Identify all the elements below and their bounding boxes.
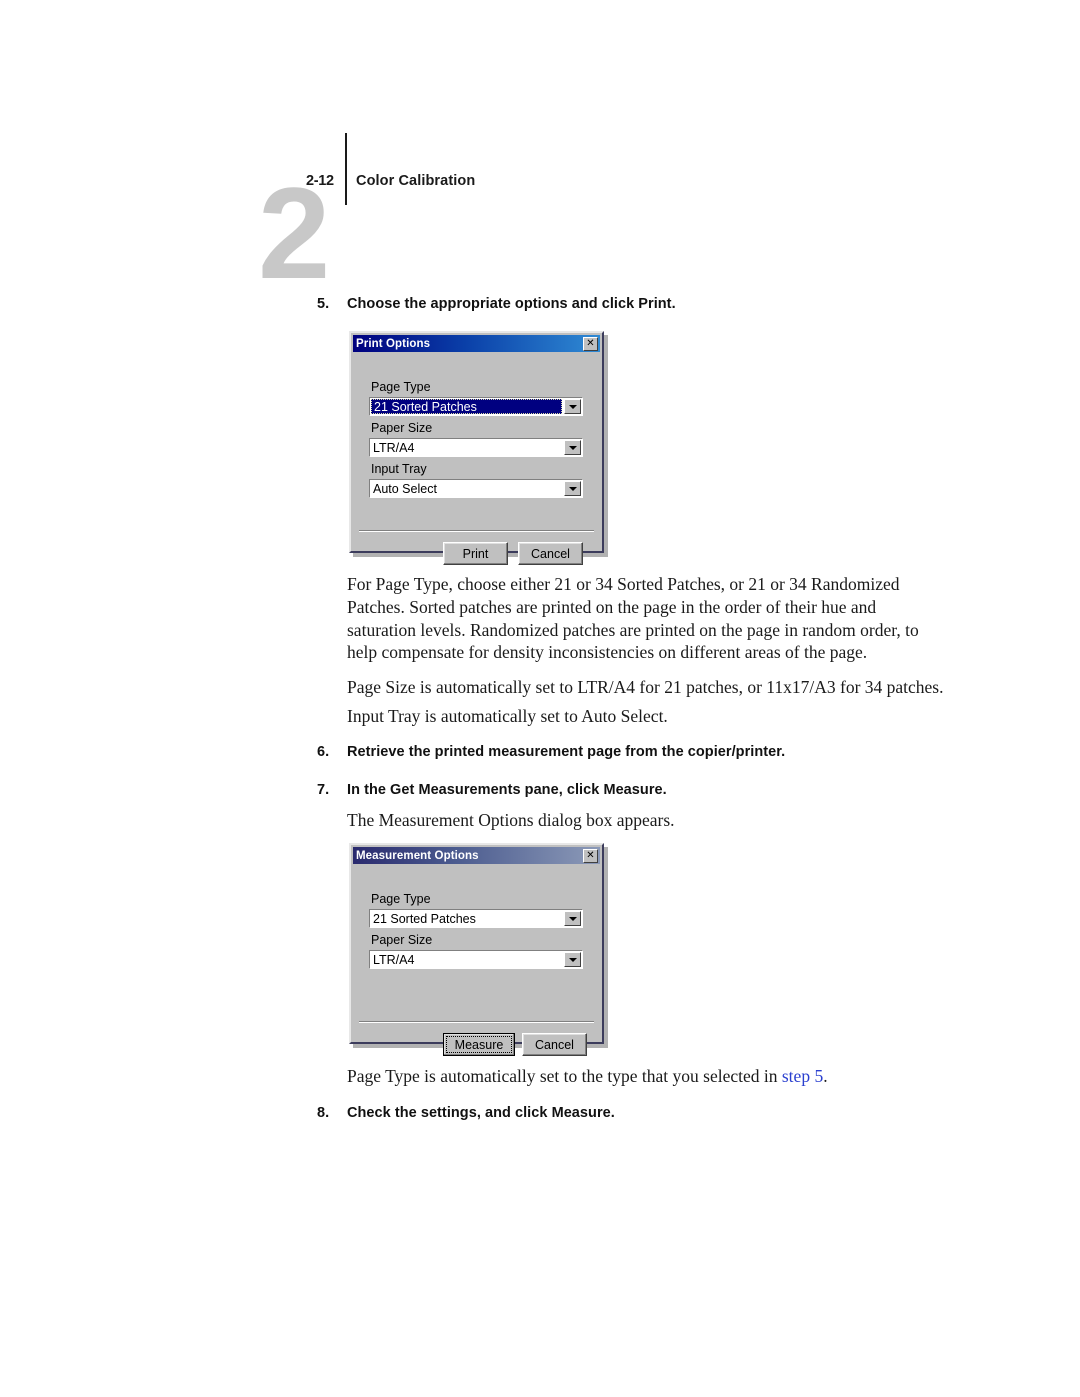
page-type-label: Page Type: [371, 380, 431, 394]
paragraph-dialog-appears: The Measurement Options dialog box appea…: [347, 810, 675, 830]
chevron-down-icon[interactable]: [564, 440, 581, 455]
paragraph-page-size-note: Page Size is automatically set to LTR/A4…: [347, 677, 944, 697]
measurement-options-title: Measurement Options: [356, 849, 479, 862]
close-icon[interactable]: ✕: [583, 336, 598, 351]
chevron-down-icon[interactable]: [564, 911, 581, 926]
step-6-text: Retrieve the printed measurement page fr…: [347, 744, 786, 760]
step-6-number: 6.: [317, 744, 330, 760]
step-7-text: In the Get Measurements pane, click Meas…: [347, 782, 667, 798]
print-options-dialog[interactable]: Print Options ✕ Page Type 21 Sorted Patc…: [349, 331, 604, 565]
step-5-link[interactable]: step 5: [782, 1066, 823, 1086]
chevron-down-glyph: [568, 486, 577, 491]
chevron-down-icon[interactable]: [564, 481, 581, 496]
step-5-text: Choose the appropriate options and click…: [347, 296, 676, 312]
cancel-button[interactable]: Cancel: [518, 542, 583, 565]
measurement-options-titlebar[interactable]: Measurement Options ✕: [353, 847, 600, 864]
paper-size-label: Paper Size: [371, 421, 433, 435]
chevron-down-glyph: [568, 404, 577, 409]
step-7: 7. In the Get Measurements pane, click Me…: [317, 782, 1017, 798]
input-tray-combobox-value-area[interactable]: Auto Select: [370, 480, 563, 497]
page-type-value: 21 Sorted Patches: [373, 911, 476, 926]
measurement-options-dialog[interactable]: Measurement Options ✕ Page Type 21 Sorte…: [349, 843, 604, 1056]
measure-button[interactable]: Measure: [443, 1033, 515, 1056]
paper-size-label: Paper Size: [371, 933, 433, 947]
paragraph-page-type-auto: Page Type is automatically set to the ty…: [347, 1065, 947, 1088]
step-5-number: 5.: [317, 296, 330, 312]
header-divider-rule: [345, 133, 347, 205]
step-8-text: Check the settings, and click Measure.: [347, 1105, 615, 1121]
chevron-down-glyph: [568, 957, 577, 962]
paragraph-prefix: Page Type is automatically set to the ty…: [347, 1066, 782, 1086]
page-number: 2-12: [306, 173, 334, 189]
page-type-combobox-value-area[interactable]: 21 Sorted Patches: [371, 399, 562, 414]
chevron-down-icon[interactable]: [564, 952, 581, 967]
input-tray-combobox[interactable]: Auto Select: [369, 479, 583, 498]
step-8: 8. Check the settings, and click Measure.: [317, 1105, 1017, 1121]
chevron-down-glyph: [568, 916, 577, 921]
page-type-combobox[interactable]: 21 Sorted Patches: [369, 397, 583, 416]
chevron-down-glyph: [568, 445, 577, 450]
paragraph-suffix: .: [823, 1066, 828, 1086]
page-title: Color Calibration: [356, 173, 476, 189]
paragraph-page-type-description: For Page Type, choose either 21 or 34 So…: [347, 574, 919, 663]
input-tray-label: Input Tray: [371, 462, 427, 476]
page-type-value: 21 Sorted Patches: [374, 399, 477, 414]
step-7-number: 7.: [317, 782, 330, 798]
step-5: 5. Choose the appropriate options and cli…: [317, 296, 1017, 312]
chevron-down-icon[interactable]: [564, 399, 581, 414]
print-button[interactable]: Print: [443, 542, 508, 565]
page-type-label: Page Type: [371, 892, 431, 906]
paper-size-value: LTR/A4: [373, 952, 415, 967]
page-header: 2 2-12 Color Calibration: [0, 0, 1080, 298]
close-icon[interactable]: ✕: [583, 848, 598, 863]
print-options-titlebar[interactable]: Print Options ✕: [353, 335, 600, 352]
print-options-title: Print Options: [356, 337, 431, 350]
paper-size-combobox-value-area[interactable]: LTR/A4: [370, 439, 563, 456]
paper-size-combobox[interactable]: LTR/A4: [369, 950, 583, 969]
input-tray-value: Auto Select: [373, 481, 437, 496]
page-type-combobox[interactable]: 21 Sorted Patches: [369, 909, 583, 928]
dialog-separator: [359, 1021, 594, 1023]
step-6: 6. Retrieve the printed measurement page …: [317, 744, 1017, 760]
dialog-separator: [359, 530, 594, 532]
paper-size-value: LTR/A4: [373, 440, 415, 455]
paragraph-input-tray-note: Input Tray is automatically set to Auto …: [347, 706, 668, 726]
page-type-combobox-value-area[interactable]: 21 Sorted Patches: [370, 910, 563, 927]
paper-size-combobox[interactable]: LTR/A4: [369, 438, 583, 457]
paper-size-combobox-value-area[interactable]: LTR/A4: [370, 951, 563, 968]
step-8-number: 8.: [317, 1105, 330, 1121]
cancel-button[interactable]: Cancel: [522, 1033, 587, 1056]
